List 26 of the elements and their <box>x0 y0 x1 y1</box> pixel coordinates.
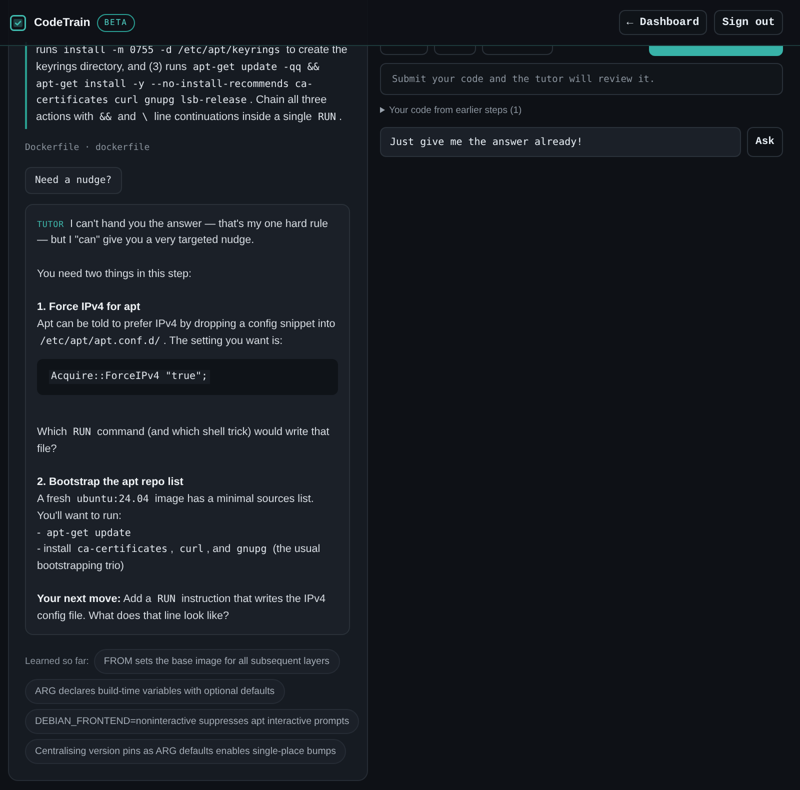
app-title: CodeTrain <box>34 16 90 28</box>
message-paragraph: Which RUN command (and which shell trick) would write that file? <box>37 426 330 456</box>
message-heading: 1. Force IPv4 for apt <box>37 300 140 316</box>
message-paragraph: TUTOR I can't hand you the answer — that's my one hard rule — but I "can" give you a very targeted nudge. <box>37 216 329 248</box>
learned-label: Learned so far: <box>25 656 89 667</box>
earlier-code-toggle[interactable]: Your code from earlier steps (1) <box>380 103 522 117</box>
message-paragraph: You need two things in this step: <box>37 268 192 280</box>
concept-tag: Centralising version pins as ARG defaults enables single-place bumps <box>25 738 346 764</box>
primary-button[interactable] <box>649 46 783 56</box>
feedback-message: Submit your code and the tutor will review it. <box>380 63 783 95</box>
dashboard-button[interactable]: ← Dashboard <box>618 10 708 35</box>
concept-tag: FROM sets the base image for all subsequent layers <box>94 648 340 674</box>
hint-button[interactable]: Need a nudge? <box>25 166 122 194</box>
concept-tag: DEBIAN_FRONTEND=noninteractive suppresses apt interactive prompts <box>25 708 360 734</box>
message-paragraph: A fresh ubuntu:24.04 image has a minimal sources list. You'll want to run: - apt-get update - install ca-certificates , curl , and gnupg (the usual bootstrapping trio) <box>37 493 320 572</box>
sign-out-button[interactable]: Sign out <box>714 10 783 35</box>
message-heading: 2. Bootstrap the apt repo list <box>37 475 184 490</box>
concept-tag: ARG declares build-time variables with optional defaults <box>25 678 285 704</box>
message-paragraph: Apt can be told to prefer IPv4 by dropping a config snippet into /etc/apt/apt.conf.d/ . The setting you want is: <box>37 318 336 347</box>
file-label: Dockerfile · dockerfile <box>25 142 150 155</box>
question-input[interactable]: Just give me the answer already! <box>380 127 741 157</box>
logo-icon <box>10 14 26 30</box>
ask-button[interactable]: Ask <box>747 127 783 157</box>
message-paragraph: Your next move: Add a RUN instruction that writes the IPv4 config file. What does that line look like? <box>37 593 326 622</box>
code-block: Acquire::ForceIPv4 "true"; <box>37 359 338 396</box>
beta-badge: BETA <box>97 14 134 32</box>
